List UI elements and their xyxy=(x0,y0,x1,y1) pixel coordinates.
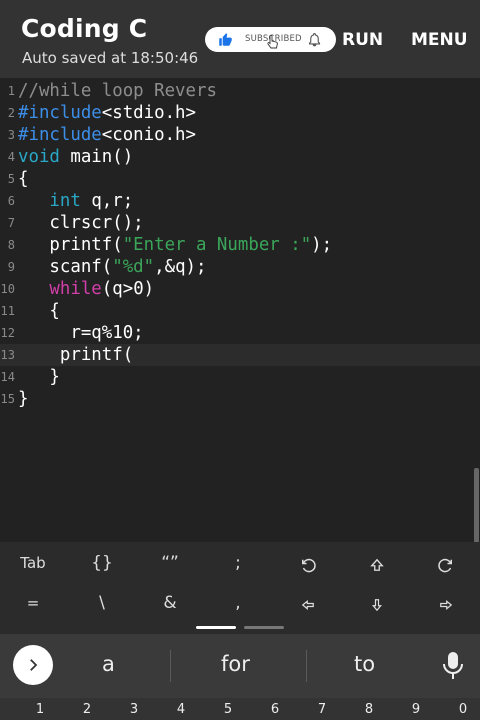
code-text: } xyxy=(18,367,60,387)
left-arrow-key[interactable] xyxy=(278,585,338,625)
line-number: 13 xyxy=(0,348,15,362)
extra-keys-bar: Tab {} “” ; = \ & , xyxy=(0,542,480,634)
autosave-status: Auto saved at 18:50:46 xyxy=(22,49,199,67)
divider xyxy=(306,650,307,682)
line-number: 12 xyxy=(0,326,15,340)
line-number: 14 xyxy=(0,370,15,384)
code-text: r=q%10; xyxy=(18,323,144,343)
backslash-key[interactable]: \ xyxy=(72,583,132,623)
key-0[interactable]: 0 xyxy=(453,702,473,717)
key-4[interactable]: 4 xyxy=(171,702,191,717)
arrow-right-icon xyxy=(440,599,453,611)
code-line: 2 #include<stdio.h> xyxy=(0,102,480,124)
code-text: void main() xyxy=(18,147,134,167)
suggestion-word[interactable]: for xyxy=(221,652,250,676)
code-text: } xyxy=(18,389,29,409)
code-text: scanf("%d",&q); xyxy=(18,257,207,277)
line-number: 7 xyxy=(7,216,15,230)
line-number: 2 xyxy=(7,106,15,120)
line-number: 8 xyxy=(7,238,15,252)
line-number: 9 xyxy=(7,260,15,274)
code-text: { xyxy=(18,169,29,189)
chevron-right-icon xyxy=(30,659,38,671)
quotes-key[interactable]: “” xyxy=(140,543,200,583)
code-line: 11 { xyxy=(0,300,480,322)
microphone-icon[interactable] xyxy=(442,650,464,682)
key-8[interactable]: 8 xyxy=(359,702,379,717)
code-line: 12 r=q%10; xyxy=(0,322,480,344)
down-arrow-key[interactable] xyxy=(347,585,407,625)
right-arrow-key[interactable] xyxy=(416,585,476,625)
thumbs-up-icon xyxy=(219,33,232,46)
code-line: 10 while(q>0) xyxy=(0,278,480,300)
code-editor[interactable]: 1 //while loop Revers 2 #include<stdio.h… xyxy=(0,78,480,542)
current-code-line: 13 printf( xyxy=(0,344,480,366)
code-line: 4 void main() xyxy=(0,146,480,168)
keyboard-suggestion-strip: a for to xyxy=(0,634,480,698)
code-line: 9 scanf("%d",&q); xyxy=(0,256,480,278)
code-line: 3 #include<conio.h> xyxy=(0,124,480,146)
menu-button[interactable]: MENU xyxy=(411,30,468,50)
line-number: 3 xyxy=(7,128,15,142)
arrow-down-icon xyxy=(371,599,383,612)
undo-icon xyxy=(302,558,316,573)
line-number: 11 xyxy=(0,304,15,318)
redo-key[interactable] xyxy=(416,545,476,585)
arrow-left-icon xyxy=(301,599,314,611)
line-number: 6 xyxy=(7,194,15,208)
code-text: int q,r; xyxy=(49,191,134,211)
page-indicator xyxy=(244,626,284,629)
code-text: //while loop Revers xyxy=(18,81,217,101)
code-line: 5 { xyxy=(0,168,480,190)
suggestion-word[interactable]: a xyxy=(102,652,115,676)
equals-key[interactable]: = xyxy=(3,583,63,623)
line-number: 15 xyxy=(0,392,15,406)
code-text: { xyxy=(18,301,60,321)
key-5[interactable]: 5 xyxy=(218,702,238,717)
braces-key[interactable]: {} xyxy=(72,543,132,583)
app-title: Coding C xyxy=(21,14,148,43)
key-6[interactable]: 6 xyxy=(265,702,285,717)
ampersand-key[interactable]: & xyxy=(140,583,200,623)
shift-up-icon xyxy=(370,558,384,571)
key-3[interactable]: 3 xyxy=(124,702,144,717)
pointer-cursor-icon xyxy=(267,35,278,49)
code-line: 15 } xyxy=(0,388,480,410)
line-number: 1 xyxy=(7,84,15,98)
code-line: 1 //while loop Revers xyxy=(0,80,480,102)
expand-toolbar-button[interactable] xyxy=(13,645,53,685)
code-line: 6 int q,r; xyxy=(0,190,480,212)
key-1[interactable]: 1 xyxy=(30,702,50,717)
shift-key[interactable] xyxy=(347,545,407,585)
key-9[interactable]: 9 xyxy=(406,702,426,717)
key-7[interactable]: 7 xyxy=(312,702,332,717)
subscribe-button[interactable]: SUBSCRIBED xyxy=(205,27,336,52)
semicolon-key[interactable]: ; xyxy=(208,543,268,583)
code-text: printf("Enter a Number :"); xyxy=(18,235,333,255)
code-text: #include<stdio.h> xyxy=(18,103,196,123)
tab-key[interactable]: Tab xyxy=(3,543,63,583)
undo-key[interactable] xyxy=(278,545,338,585)
line-number: 10 xyxy=(0,282,15,296)
code-line: 7 clrscr(); xyxy=(0,212,480,234)
line-number: 5 xyxy=(7,172,15,186)
code-text: while(q>0) xyxy=(49,279,155,299)
comma-key[interactable]: , xyxy=(208,583,268,623)
run-button[interactable]: RUN xyxy=(342,30,383,50)
code-text: clrscr(); xyxy=(18,213,144,233)
code-line: 14 } xyxy=(0,366,480,388)
redo-icon xyxy=(438,558,452,573)
code-text: printf( xyxy=(18,345,134,365)
line-number: 4 xyxy=(7,150,15,164)
bell-icon xyxy=(308,33,321,47)
page-indicator-active xyxy=(196,626,236,629)
keyboard-number-row: 1 2 3 4 5 6 7 8 9 0 xyxy=(0,698,480,720)
suggestion-word[interactable]: to xyxy=(354,652,375,676)
code-line: 8 printf("Enter a Number :"); xyxy=(0,234,480,256)
app-bar: Coding C Auto saved at 18:50:46 SUBSCRIB… xyxy=(0,0,480,78)
code-text: #include<conio.h> xyxy=(18,125,196,145)
key-2[interactable]: 2 xyxy=(77,702,97,717)
divider xyxy=(170,650,171,682)
